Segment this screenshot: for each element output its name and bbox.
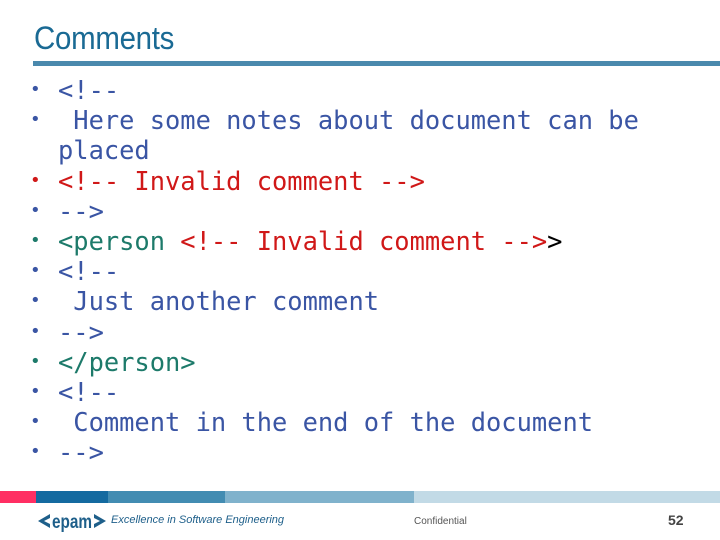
bullet-text: --> — [58, 196, 104, 226]
bullet-icon: • — [30, 411, 41, 433]
code-segment: <!-- — [58, 256, 120, 287]
code-segment: --> — [58, 316, 104, 347]
bullet-icon: • — [30, 230, 41, 251]
footer-bar-segment-3 — [108, 491, 225, 503]
footer-confidential: Confidential — [414, 516, 467, 527]
code-segment: Here some notes about document can be — [58, 105, 639, 136]
footer-bar-segment-5 — [414, 491, 720, 503]
page-number: 52 — [668, 512, 684, 528]
bullet-text: Here some notes about document can be — [58, 105, 639, 135]
code-segment: <!-- — [58, 377, 120, 407]
bullet-icon: • — [30, 320, 41, 342]
bullet-icon: • — [30, 441, 41, 463]
bullet-text: --> — [58, 317, 104, 347]
bullet-icon: • — [30, 109, 41, 131]
title-underline — [33, 61, 720, 66]
code-segment: Comment in the end of the document — [58, 407, 594, 438]
code-segment: <!-- — [58, 75, 120, 105]
code-segment: </person> — [58, 346, 196, 377]
bullet-text: <!-- Invalid comment --> — [58, 166, 425, 196]
bullet-text: <!-- — [58, 75, 119, 105]
code-segment: Just another comment — [58, 286, 380, 317]
code-segment: <person — [58, 226, 181, 256]
code-segment: --> — [58, 437, 104, 468]
bullet-text: <!-- — [58, 256, 119, 286]
bullet-icon: • — [30, 79, 41, 100]
epam-logo-text: epam — [52, 512, 92, 532]
bullet-icon: • — [30, 381, 41, 402]
bullet-text: Comment in the end of the document — [58, 407, 593, 437]
bullet-icon: • — [30, 199, 41, 221]
code-segment: placed — [58, 135, 150, 166]
footer-bar-segment-2 — [36, 491, 108, 503]
bullet-text: <person <!-- Invalid comment -->> — [58, 226, 562, 256]
footer-bar-segment-4 — [225, 491, 414, 503]
bullet-text: placed — [58, 135, 150, 165]
code-segment: <!-- Invalid comment --> — [180, 226, 548, 256]
code-segment: <!-- Invalid comment --> — [58, 165, 425, 196]
bullet-text: <!-- — [58, 377, 119, 407]
bullet-text: --> — [58, 437, 104, 467]
bullet-icon: • — [30, 169, 41, 191]
bullet-icon: • — [30, 290, 41, 312]
bullet-text: Just another comment — [58, 286, 379, 316]
bullet-icon: • — [30, 260, 41, 282]
code-segment: --> — [58, 195, 104, 226]
slide-title: Comments — [34, 20, 175, 56]
bullet-icon: • — [30, 350, 41, 372]
footer-tagline: Excellence in Software Engineering — [111, 514, 285, 526]
epam-logo: epam — [38, 512, 106, 532]
footer-bar-segment-1 — [0, 491, 36, 503]
code-segment: > — [547, 226, 563, 256]
bullet-text: </person> — [58, 347, 196, 377]
